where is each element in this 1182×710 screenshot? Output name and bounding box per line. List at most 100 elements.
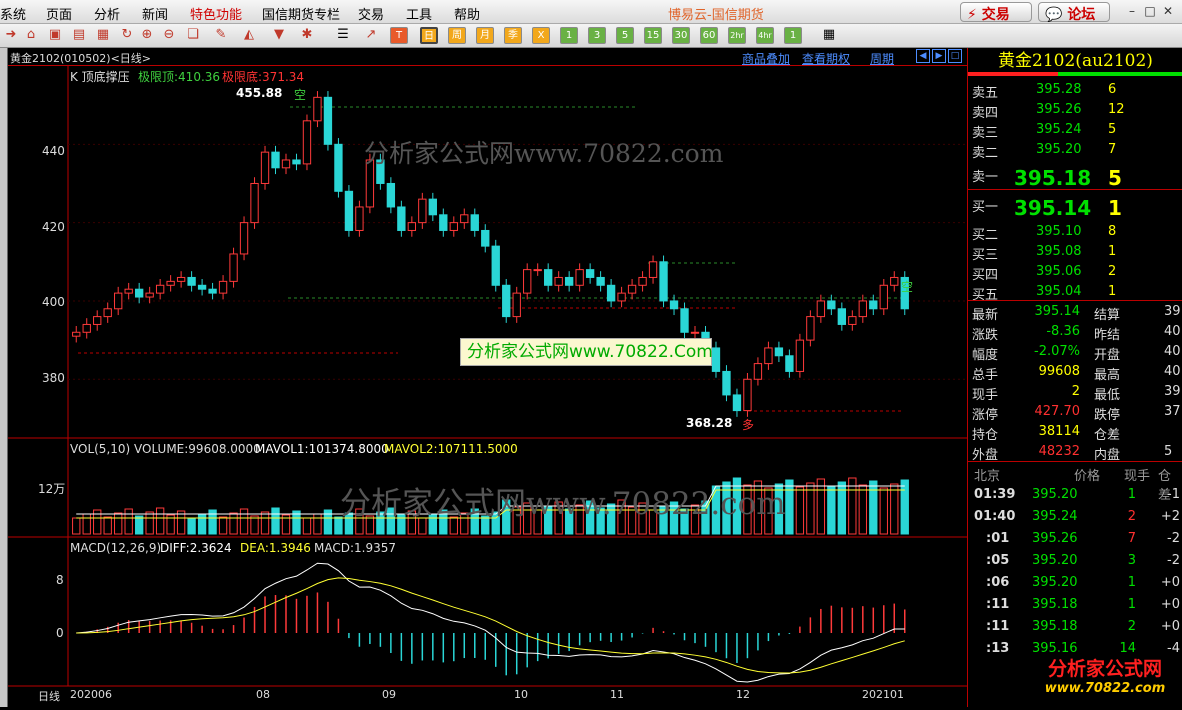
candle-body <box>491 245 500 286</box>
pen-icon[interactable]: ✎ <box>212 27 230 44</box>
scroll-right-icon[interactable]: ▶ <box>932 49 946 63</box>
tick-row[interactable]: :06 395.20 1 +0 <box>968 573 1182 593</box>
volume-bar <box>250 515 259 535</box>
stat-label-2: 跌停 <box>1094 408 1121 423</box>
period-4hr[interactable]: 4hr <box>756 27 774 44</box>
ask-row[interactable]: 卖二 395.20 7 <box>968 140 1182 161</box>
candle-body <box>470 214 479 231</box>
ask-row[interactable]: 卖四 395.26 12 <box>968 100 1182 121</box>
period-60min[interactable]: 60 <box>700 27 718 44</box>
menu-tools[interactable]: 工具 <box>406 4 432 23</box>
list-icon[interactable]: ☰ <box>334 27 352 44</box>
menu-features[interactable]: 特色功能 <box>190 4 242 23</box>
stats-separator <box>968 300 1182 301</box>
tick-icon[interactable]: T <box>390 27 408 44</box>
tick-time: :05 <box>986 553 1010 568</box>
bid-row[interactable]: 买一 395.14 1 <box>968 194 1182 220</box>
refresh-icon[interactable]: ↻ <box>118 27 136 44</box>
trade-button[interactable]: ⚡ 交易 <box>960 2 1032 23</box>
candle-body <box>890 276 899 286</box>
bid-row[interactable]: 买五 395.04 1 <box>968 282 1182 303</box>
tick-row[interactable]: :11 395.18 1 +0 <box>968 595 1182 615</box>
options-link[interactable]: 查看期权 <box>802 50 850 67</box>
period-month[interactable]: 月 <box>476 27 494 44</box>
period-week[interactable]: 周 <box>448 27 466 44</box>
tick-price: 395.18 <box>1032 619 1078 634</box>
bid-row[interactable]: 买二 395.10 8 <box>968 222 1182 243</box>
zoom-out-icon[interactable]: ⊖ <box>160 27 178 44</box>
bid-row[interactable]: 买四 395.06 2 <box>968 262 1182 283</box>
period-day[interactable]: 日 <box>420 27 438 44</box>
new-icon[interactable]: ✱ <box>298 27 316 44</box>
expand-icon[interactable]: □ <box>948 49 962 63</box>
period-5min[interactable]: 5 <box>616 27 634 44</box>
candle-body <box>93 316 102 325</box>
filter-icon[interactable]: ▼ <box>270 27 288 44</box>
short-mark-top: 空 <box>294 88 307 102</box>
maximize-icon[interactable]: □ <box>1142 4 1158 18</box>
tick-row[interactable]: 01:39 395.20 1 -1 <box>968 485 1182 505</box>
zoom-in-icon[interactable]: ⊕ <box>138 27 156 44</box>
menu-page[interactable]: 页面 <box>46 4 72 23</box>
candle-body <box>166 280 175 286</box>
tick-row[interactable]: :01 395.26 7 -2 <box>968 529 1182 549</box>
ask-price: 395.18 <box>1014 166 1092 190</box>
period-15min[interactable]: 15 <box>644 27 662 44</box>
period-custom[interactable]: X <box>532 27 550 44</box>
arrow-icon[interactable]: ➜ <box>2 27 20 44</box>
menu-news[interactable]: 新闻 <box>142 4 168 23</box>
paint-icon[interactable]: ◭ <box>240 27 258 44</box>
trade-button-label: 交易 <box>981 7 1010 23</box>
volume-bar <box>795 486 805 535</box>
window-icon[interactable]: ▣ <box>46 27 64 44</box>
stat-label: 幅度 <box>972 348 999 363</box>
grid-icon[interactable]: ▦ <box>94 27 112 44</box>
close-icon[interactable]: ✕ <box>1160 4 1176 18</box>
volume-bar <box>145 511 154 535</box>
watermark-box: 分析家公式网www.70822.Com <box>460 338 713 366</box>
ask-row[interactable]: 卖五 395.28 6 <box>968 80 1182 101</box>
left-side-strip[interactable] <box>0 48 8 707</box>
period-season[interactable]: 季 <box>504 27 522 44</box>
period-30min[interactable]: 30 <box>672 27 690 44</box>
bid-row[interactable]: 买三 395.08 1 <box>968 242 1182 263</box>
menu-system[interactable]: 系统 <box>0 4 26 23</box>
bid-price: 395.10 <box>1036 224 1082 239</box>
layers-icon[interactable]: ❏ <box>184 27 202 44</box>
tick-row[interactable]: 01:40 395.24 2 +2 <box>968 507 1182 527</box>
scroll-left-icon[interactable]: ◀ <box>916 49 930 63</box>
tick-price: 395.26 <box>1032 531 1078 546</box>
tick-row[interactable]: :11 395.18 2 +0 <box>968 617 1182 637</box>
period-1tick[interactable]: 1 <box>784 27 802 44</box>
ask-row[interactable]: 卖三 395.24 5 <box>968 120 1182 141</box>
period-3min[interactable]: 3 <box>588 27 606 44</box>
bid-volume: 8 <box>1108 224 1117 239</box>
calendar-icon[interactable]: ▦ <box>820 27 838 44</box>
ask-label: 卖一 <box>972 170 999 185</box>
forum-button[interactable]: 💬 论坛 <box>1038 2 1110 23</box>
ask-label: 卖四 <box>972 106 999 121</box>
period-link[interactable]: 周期 <box>870 50 894 67</box>
menu-help[interactable]: 帮助 <box>454 4 480 23</box>
minimize-icon[interactable]: – <box>1124 4 1140 18</box>
candle-body <box>816 300 826 318</box>
menu-trade[interactable]: 交易 <box>358 4 384 23</box>
stat-label-2: 最低 <box>1094 388 1121 403</box>
menu-guoxin-column[interactable]: 国信期货专栏 <box>262 4 340 23</box>
ask-row[interactable]: 卖一 395.18 5 <box>968 164 1182 192</box>
home-icon[interactable]: ⌂ <box>22 27 40 44</box>
period-1min[interactable]: 1 <box>560 27 578 44</box>
overlay-link[interactable]: 商品叠加 <box>742 50 790 67</box>
volume-bar <box>197 513 207 535</box>
candle-body <box>355 206 364 231</box>
line-chart-icon[interactable]: ↗ <box>362 27 380 44</box>
tick-volume: 1 <box>1127 575 1136 590</box>
tick-volume: 7 <box>1127 531 1136 546</box>
candle-body <box>564 276 574 286</box>
tick-row[interactable]: :05 395.20 3 -2 <box>968 551 1182 571</box>
menu-analysis[interactable]: 分析 <box>94 4 120 23</box>
panel-icon[interactable]: ▤ <box>70 27 88 44</box>
stat-value: -2.07% <box>1034 344 1080 359</box>
stat-value-2: 40 <box>1164 344 1181 359</box>
period-2hr[interactable]: 2hr <box>728 27 746 44</box>
